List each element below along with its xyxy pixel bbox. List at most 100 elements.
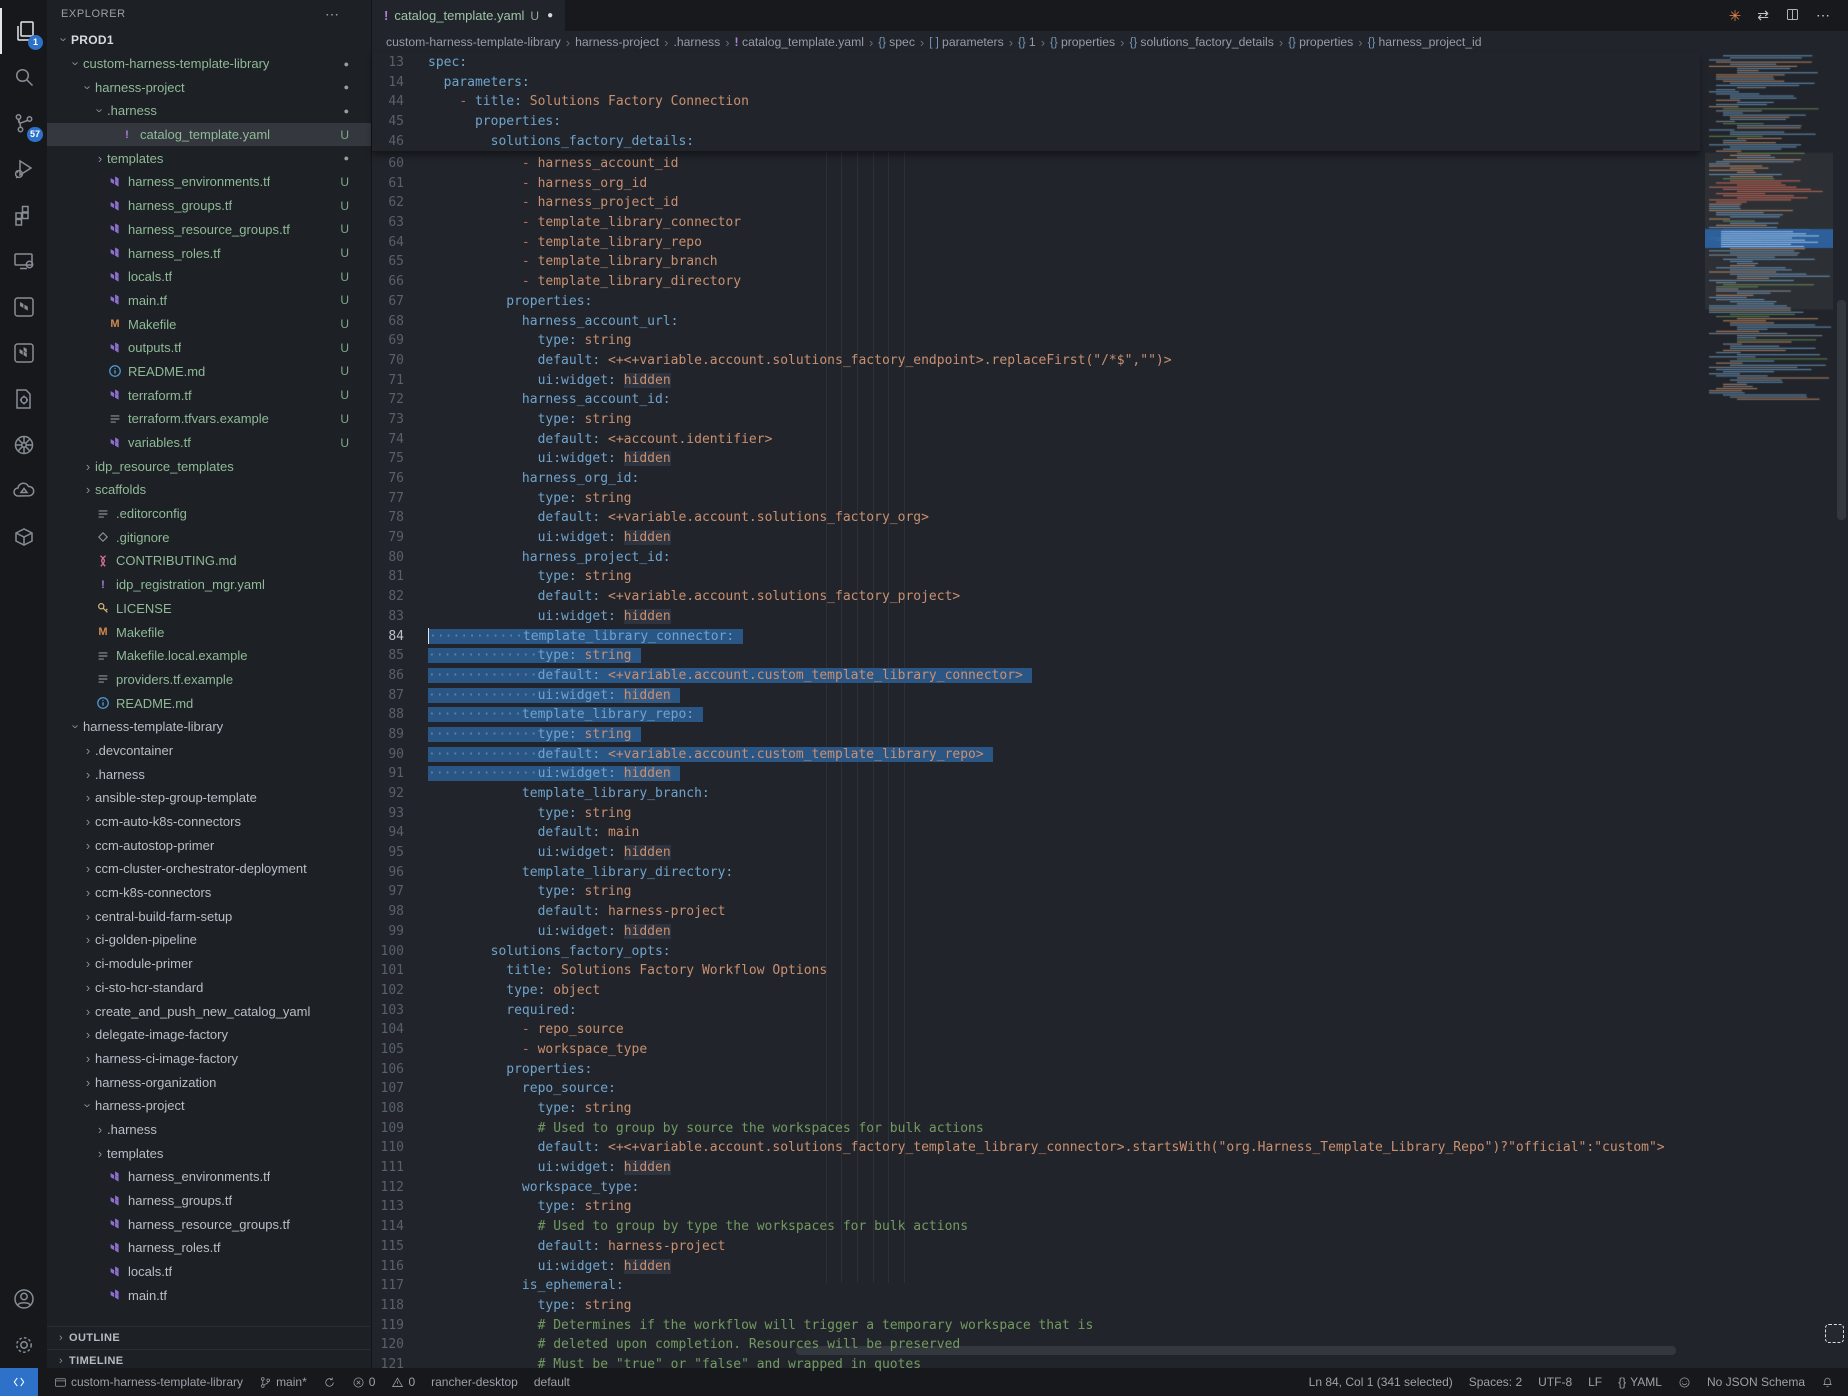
code-line-78[interactable]: 78 default: <+variable.account.solutions… bbox=[372, 508, 1700, 528]
activitybar-container-icon[interactable] bbox=[0, 514, 47, 560]
tree-item-ccm-auto-k8s-connectors[interactable]: ›ccm-auto-k8s-connectors bbox=[47, 810, 371, 834]
code-line-63[interactable]: 63 - template_library_connector bbox=[372, 213, 1700, 233]
line-number[interactable]: 101 bbox=[372, 961, 418, 981]
line-number[interactable]: 67 bbox=[372, 292, 418, 312]
tree-item-prod1[interactable]: ›PROD1 bbox=[47, 28, 371, 52]
tree-item-harness-ci-image-factory[interactable]: ›harness-ci-image-factory bbox=[47, 1047, 371, 1071]
tree-item-readme-md[interactable]: README.md bbox=[47, 691, 371, 715]
line-number[interactable]: 44 bbox=[372, 92, 418, 112]
breadcrumb-item[interactable]: {} properties bbox=[1288, 35, 1353, 49]
tree-item-templates[interactable]: ›templates● bbox=[47, 146, 371, 170]
activitybar-settings-gear-icon[interactable] bbox=[0, 1322, 47, 1368]
line-number[interactable]: 117 bbox=[372, 1276, 418, 1296]
breadcrumb-item[interactable]: {} 1 bbox=[1018, 35, 1036, 49]
code-line-92[interactable]: 92 template_library_branch: bbox=[372, 784, 1700, 804]
tree-item-harness-environments-tf[interactable]: harness_environments.tfU bbox=[47, 170, 371, 194]
line-number[interactable]: 107 bbox=[372, 1079, 418, 1099]
line-number[interactable]: 110 bbox=[372, 1138, 418, 1158]
line-number[interactable]: 90 bbox=[372, 745, 418, 765]
tree-item--harness[interactable]: ›.harness bbox=[47, 1118, 371, 1142]
code-line-114[interactable]: 114 # Used to group by type the workspac… bbox=[372, 1217, 1700, 1237]
code-line-96[interactable]: 96 template_library_directory: bbox=[372, 863, 1700, 883]
line-number[interactable]: 76 bbox=[372, 469, 418, 489]
activitybar-search-icon[interactable] bbox=[0, 54, 47, 100]
line-number[interactable]: 121 bbox=[372, 1355, 418, 1375]
line-number[interactable]: 45 bbox=[372, 112, 418, 132]
activitybar-source-control-icon[interactable]: 57 bbox=[0, 100, 47, 146]
tree-item-locals-tf[interactable]: locals.tfU bbox=[47, 265, 371, 289]
line-number[interactable]: 68 bbox=[372, 312, 418, 332]
line-number[interactable]: 61 bbox=[372, 174, 418, 194]
line-number[interactable]: 60 bbox=[372, 154, 418, 174]
split-editor-icon[interactable] bbox=[1785, 7, 1800, 25]
tree-item-harness-groups-tf[interactable]: harness_groups.tfU bbox=[47, 194, 371, 218]
sticky-line-46[interactable]: 46 solutions_factory_details: bbox=[372, 132, 1700, 152]
line-number[interactable]: 120 bbox=[372, 1335, 418, 1355]
tree-item-makefile-local-example[interactable]: Makefile.local.example bbox=[47, 644, 371, 668]
code-line-121[interactable]: 121 # Must be "true" or "false" and wrap… bbox=[372, 1355, 1700, 1375]
sticky-line-44[interactable]: 44 - title: Solutions Factory Connection bbox=[372, 92, 1700, 112]
code-line-85[interactable]: 85··············type: string bbox=[372, 646, 1700, 666]
line-number[interactable]: 91 bbox=[372, 764, 418, 784]
tree-item-catalog-template-yaml[interactable]: !catalog_template.yamlU bbox=[47, 123, 371, 147]
code-line-82[interactable]: 82 default: <+variable.account.solutions… bbox=[372, 587, 1700, 607]
tree-item-variables-tf[interactable]: variables.tfU bbox=[47, 431, 371, 455]
code-line-105[interactable]: 105 - workspace_type bbox=[372, 1040, 1700, 1060]
line-number[interactable]: 112 bbox=[372, 1178, 418, 1198]
line-number[interactable]: 81 bbox=[372, 567, 418, 587]
line-number[interactable]: 99 bbox=[372, 922, 418, 942]
breadcrumb-item[interactable]: custom-harness-template-library bbox=[386, 35, 561, 49]
line-number[interactable]: 63 bbox=[372, 213, 418, 233]
code-line-110[interactable]: 110 default: <+<+variable.account.soluti… bbox=[372, 1138, 1700, 1158]
tree-item-main-tf[interactable]: main.tf bbox=[47, 1283, 371, 1307]
statusbar-item-utf-8[interactable]: UTF-8 bbox=[1538, 1375, 1572, 1389]
code-line-61[interactable]: 61 - harness_org_id bbox=[372, 174, 1700, 194]
line-number[interactable]: 65 bbox=[372, 252, 418, 272]
code-line-97[interactable]: 97 type: string bbox=[372, 882, 1700, 902]
outline-section-header[interactable]: › OUTLINE bbox=[47, 1326, 370, 1349]
tree-item-harness-roles-tf[interactable]: harness_roles.tf bbox=[47, 1236, 371, 1260]
minimap[interactable] bbox=[1705, 53, 1833, 613]
code-line-116[interactable]: 116 ui:widget: hidden bbox=[372, 1257, 1700, 1277]
code-line-102[interactable]: 102 type: object bbox=[372, 981, 1700, 1001]
line-number[interactable]: 85 bbox=[372, 646, 418, 666]
code-line-106[interactable]: 106 properties: bbox=[372, 1060, 1700, 1080]
code-line-98[interactable]: 98 default: harness-project bbox=[372, 902, 1700, 922]
line-number[interactable]: 108 bbox=[372, 1099, 418, 1119]
line-number[interactable]: 98 bbox=[372, 902, 418, 922]
code-line-68[interactable]: 68 harness_account_url: bbox=[372, 312, 1700, 332]
tree-item-license[interactable]: LICENSE bbox=[47, 597, 371, 621]
statusbar-item-no-json-schema[interactable]: No JSON Schema bbox=[1707, 1375, 1805, 1389]
line-number[interactable]: 109 bbox=[372, 1119, 418, 1139]
tree-item-harness-resource-groups-tf[interactable]: harness_resource_groups.tfU bbox=[47, 218, 371, 242]
line-number[interactable]: 73 bbox=[372, 410, 418, 430]
breadcrumb-item[interactable]: {} spec bbox=[878, 35, 915, 49]
line-number[interactable]: 114 bbox=[372, 1217, 418, 1237]
line-number[interactable]: 103 bbox=[372, 1001, 418, 1021]
statusbar-item-spaces-2[interactable]: Spaces: 2 bbox=[1469, 1375, 1522, 1389]
tree-item--gitignore[interactable]: .gitignore bbox=[47, 525, 371, 549]
line-number[interactable]: 83 bbox=[372, 607, 418, 627]
statusbar-item-lf[interactable]: LF bbox=[1588, 1375, 1602, 1389]
tree-item-ansible-step-group-template[interactable]: ›ansible-step-group-template bbox=[47, 786, 371, 810]
line-number[interactable]: 118 bbox=[372, 1296, 418, 1316]
remote-indicator[interactable] bbox=[0, 1368, 38, 1396]
statusbar-item[interactable] bbox=[323, 1376, 336, 1389]
code-line-74[interactable]: 74 default: <+account.identifier> bbox=[372, 430, 1700, 450]
code-line-101[interactable]: 101 title: Solutions Factory Workflow Op… bbox=[372, 961, 1700, 981]
statusbar-item[interactable] bbox=[1821, 1376, 1834, 1389]
line-number[interactable]: 84 bbox=[372, 627, 418, 647]
tree-item-makefile[interactable]: MMakefile bbox=[47, 620, 371, 644]
code-line-94[interactable]: 94 default: main bbox=[372, 823, 1700, 843]
code-line-79[interactable]: 79 ui:widget: hidden bbox=[372, 528, 1700, 548]
code-line-73[interactable]: 73 type: string bbox=[372, 410, 1700, 430]
tree-item-idp-resource-templates[interactable]: ›idp_resource_templates bbox=[47, 454, 371, 478]
line-number[interactable]: 111 bbox=[372, 1158, 418, 1178]
tree-item--devcontainer[interactable]: ›.devcontainer bbox=[47, 739, 371, 763]
line-number[interactable]: 97 bbox=[372, 882, 418, 902]
statusbar-item-custom-harness-template-library[interactable]: custom-harness-template-library bbox=[54, 1375, 243, 1389]
line-number[interactable]: 14 bbox=[372, 73, 418, 93]
tree-item-ccm-autostop-primer[interactable]: ›ccm-autostop-primer bbox=[47, 833, 371, 857]
line-number[interactable]: 87 bbox=[372, 686, 418, 706]
line-number[interactable]: 102 bbox=[372, 981, 418, 1001]
